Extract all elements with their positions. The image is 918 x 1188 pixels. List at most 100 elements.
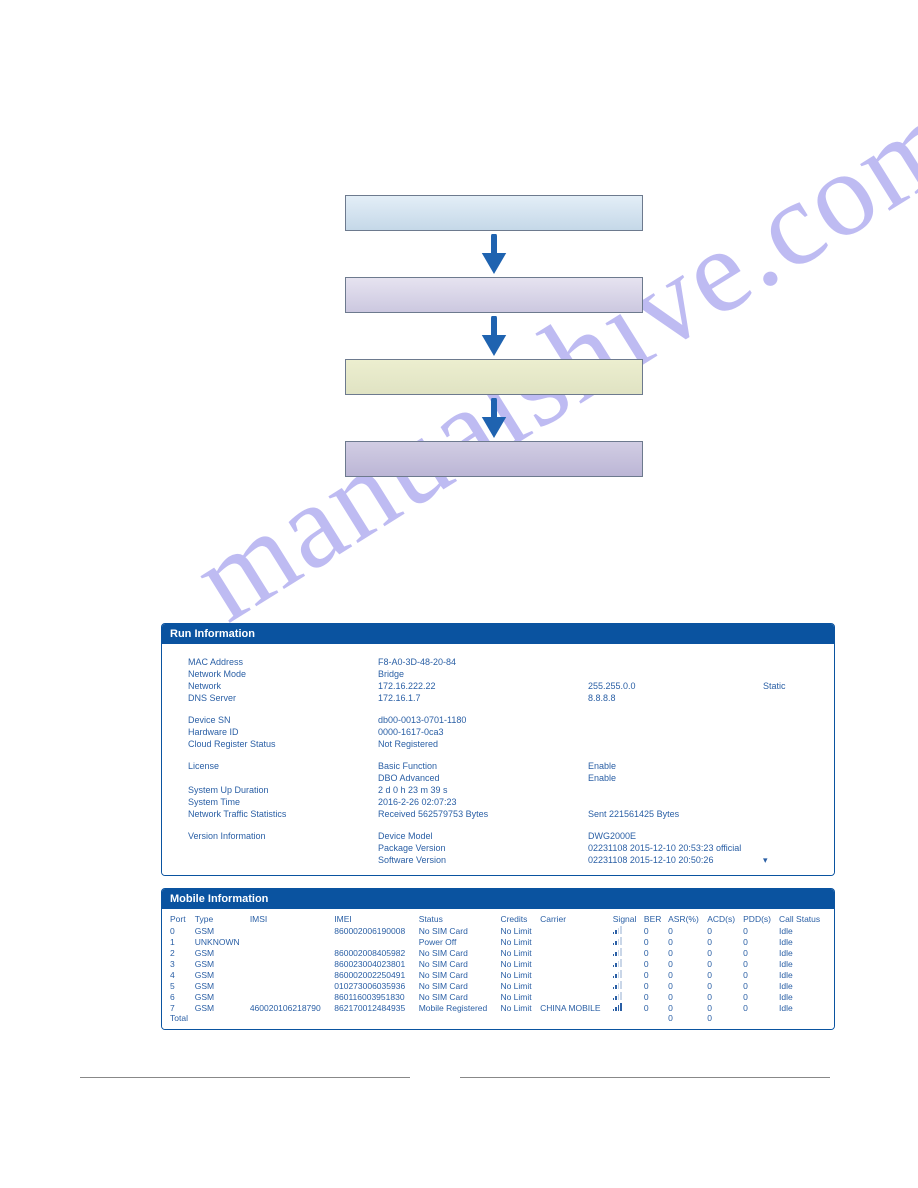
table-cell: UNKNOWN [193,936,248,947]
table-cell [538,980,611,991]
run-info-label [188,843,378,853]
table-cell: Idle [777,925,828,936]
table-cell: No Limit [498,969,538,980]
table-cell: 1 [168,936,193,947]
table-cell: Power Off [417,936,499,947]
table-cell: 0 [741,958,777,969]
table-cell: 4 [168,969,193,980]
table-cell: 0 [705,936,741,947]
run-info-row: Software Version02231108 2015-12-10 20:5… [162,854,834,867]
table-cell: 0 [642,947,666,958]
table-cell: 0 [705,969,741,980]
run-info-label: System Up Duration [188,785,378,795]
run-info-value: DWG2000E [588,831,763,841]
table-cell [538,958,611,969]
table-cell [332,1013,416,1023]
table-header: Status [417,913,499,925]
table-row: 5GSM010273006035936No SIM CardNo Limit00… [168,980,828,991]
table-cell: No Limit [498,958,538,969]
table-cell [538,969,611,980]
table-cell: Idle [777,936,828,947]
run-info-row: Network Traffic StatisticsReceived 56257… [162,808,834,820]
table-cell: 0 [666,947,705,958]
run-info-row: System Time2016-2-26 02:07:23 [162,796,834,808]
run-info-value [588,785,763,795]
run-info-value [588,727,763,737]
table-cell: No SIM Card [417,947,499,958]
table-cell: Idle [777,947,828,958]
run-info-value: 8.8.8.8 [588,693,763,703]
run-info-value [588,739,763,749]
table-cell: 0 [705,1013,741,1023]
table-cell: 0 [666,1013,705,1023]
table-header: BER [642,913,666,925]
run-info-row: Package Version02231108 2015-12-10 20:53… [162,842,834,854]
run-info-row: DBO AdvancedEnable [162,772,834,784]
run-info-value [588,715,763,725]
table-cell [498,1013,538,1023]
run-info-label: System Time [188,797,378,807]
table-cell: 0 [666,936,705,947]
table-cell [611,1013,642,1023]
table-cell [538,925,611,936]
run-information-panel: Run Information MAC AddressF8-A0-3D-48-2… [161,623,835,876]
table-header: Signal [611,913,642,925]
table-cell [248,947,332,958]
table-header: Credits [498,913,538,925]
table-cell: No SIM Card [417,991,499,1002]
table-cell: 0 [642,958,666,969]
table-row: 4GSM860002002250491No SIM CardNo Limit00… [168,969,828,980]
table-cell: 860002006190008 [332,925,416,936]
run-info-value: 0000-1617-0ca3 [378,727,588,737]
table-cell: No Limit [498,947,538,958]
run-info-row: Network172.16.222.22255.255.0.0Static [162,680,834,692]
table-cell [611,991,642,1002]
run-info-value: 172.16.1.7 [378,693,588,703]
flow-box-1 [345,195,643,231]
run-info-value [763,843,833,853]
table-cell [611,1002,642,1013]
run-info-label: Version Information [188,831,378,841]
run-info-value: Received 562579753 Bytes [378,809,588,819]
run-info-label: Hardware ID [188,727,378,737]
table-cell: 0 [705,991,741,1002]
footer-rule-left [80,1077,410,1078]
table-cell [611,936,642,947]
run-info-row: Hardware ID0000-1617-0ca3 [162,726,834,738]
table-cell: 0 [741,947,777,958]
table-cell: 0 [705,980,741,991]
run-info-row: LicenseBasic FunctionEnable [162,760,834,772]
run-info-label: MAC Address [188,657,378,667]
table-cell [642,1013,666,1023]
run-info-value [763,773,833,783]
run-info-value [763,761,833,771]
table-cell: No SIM Card [417,980,499,991]
chevron-down-icon: ▾ [763,855,833,866]
table-cell [538,936,611,947]
run-info-label: Device SN [188,715,378,725]
table-header: Call Status [777,913,828,925]
table-cell: GSM [193,980,248,991]
run-info-label: Network Mode [188,669,378,679]
table-cell [248,969,332,980]
run-info-row: Version InformationDevice ModelDWG2000E [162,830,834,842]
table-cell: No Limit [498,1002,538,1013]
table-cell: GSM [193,969,248,980]
table-cell: 0 [666,969,705,980]
table-header: Carrier [538,913,611,925]
table-cell: 0 [705,958,741,969]
table-cell: 0 [642,936,666,947]
arrow-down-icon [345,313,643,359]
run-info-value: 172.16.222.22 [378,681,588,691]
run-info-value: Enable [588,773,763,783]
table-cell: Idle [777,980,828,991]
run-info-value [763,831,833,841]
run-info-row: DNS Server172.16.1.78.8.8.8 [162,692,834,704]
arrow-down-icon [345,231,643,277]
table-cell: 862170012484935 [332,1002,416,1013]
run-info-label: Cloud Register Status [188,739,378,749]
table-cell: 0 [666,1002,705,1013]
table-cell [741,1013,777,1023]
run-info-value: Not Registered [378,739,588,749]
signal-icon [613,936,622,945]
